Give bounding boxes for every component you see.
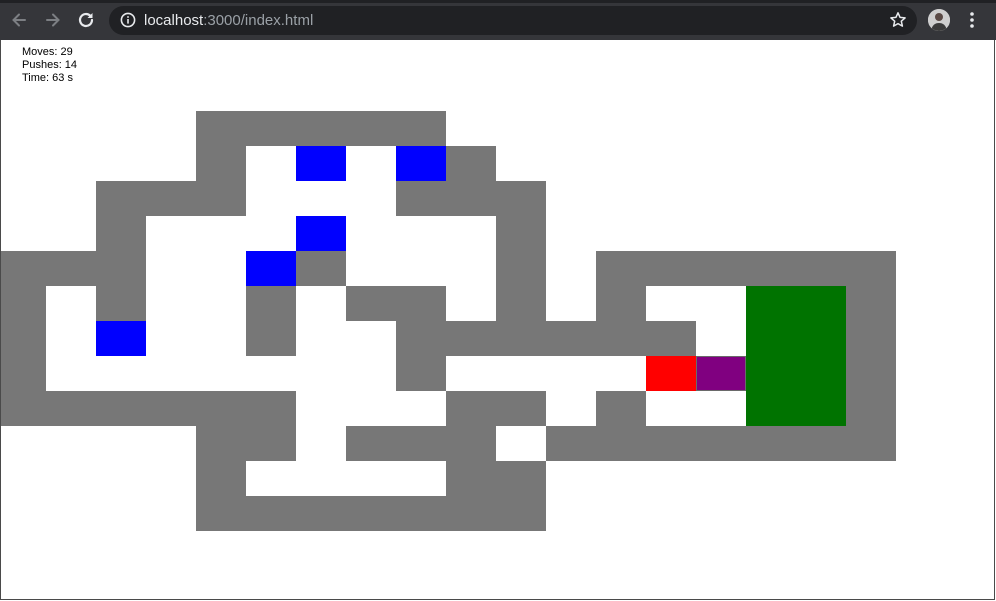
crate <box>296 216 346 251</box>
player <box>646 356 696 391</box>
wall-tile <box>846 321 896 356</box>
wall-tile <box>496 321 546 356</box>
goal-tile <box>746 321 796 356</box>
wall-tile <box>846 251 896 286</box>
wall-tile <box>396 181 446 216</box>
wall-tile <box>446 426 496 461</box>
wall-tile <box>246 391 296 426</box>
wall-tile <box>396 496 446 531</box>
wall-tile <box>0 356 46 391</box>
wall-tile <box>196 461 246 496</box>
wall-tile <box>196 111 246 146</box>
wall-tile <box>496 461 546 496</box>
wall-tile <box>96 286 146 321</box>
wall-tile <box>196 181 246 216</box>
wall-tile <box>596 426 646 461</box>
crate <box>246 251 296 286</box>
wall-tile <box>596 251 646 286</box>
crate <box>396 146 446 181</box>
wall-tile <box>246 111 296 146</box>
wall-tile <box>396 321 446 356</box>
wall-tile <box>196 496 246 531</box>
wall-tile <box>396 111 446 146</box>
goal-tile <box>796 356 846 391</box>
wall-tile <box>46 391 96 426</box>
wall-tile <box>396 356 446 391</box>
goal-tile <box>746 286 796 321</box>
goal-tile <box>796 286 846 321</box>
wall-tile <box>296 111 346 146</box>
wall-tile <box>0 321 46 356</box>
wall-tile <box>96 216 146 251</box>
wall-tile <box>396 286 446 321</box>
wall-tile <box>496 391 546 426</box>
wall-tile <box>0 286 46 321</box>
wall-tile <box>846 286 896 321</box>
wall-tile <box>446 496 496 531</box>
wall-tile <box>796 426 846 461</box>
goal-tile <box>796 391 846 426</box>
wall-tile <box>746 251 796 286</box>
wall-tile <box>646 426 696 461</box>
wall-tile <box>346 286 396 321</box>
sokoban-board <box>0 0 996 601</box>
goal-tile <box>746 356 796 391</box>
wall-tile <box>96 181 146 216</box>
goal-tile <box>746 391 796 426</box>
wall-tile <box>446 181 496 216</box>
wall-tile <box>246 496 296 531</box>
wall-tile <box>496 216 546 251</box>
goal-tile <box>796 321 846 356</box>
wall-tile <box>196 391 246 426</box>
wall-tile <box>246 286 296 321</box>
wall-tile <box>496 181 546 216</box>
wall-tile <box>596 391 646 426</box>
wall-tile <box>0 391 46 426</box>
wall-tile <box>696 251 746 286</box>
wall-tile <box>296 496 346 531</box>
wall-tile <box>0 251 46 286</box>
wall-tile <box>646 251 696 286</box>
wall-tile <box>196 146 246 181</box>
wall-tile <box>846 356 896 391</box>
crate <box>296 146 346 181</box>
crate <box>96 321 146 356</box>
wall-tile <box>646 321 696 356</box>
wall-tile <box>796 251 846 286</box>
wall-tile <box>596 286 646 321</box>
wall-tile <box>346 496 396 531</box>
wall-tile <box>546 426 596 461</box>
wall-tile <box>46 251 96 286</box>
wall-tile <box>396 426 446 461</box>
wall-tile <box>246 426 296 461</box>
wall-tile <box>346 426 396 461</box>
wall-tile <box>496 286 546 321</box>
wall-tile <box>596 321 646 356</box>
wall-tile <box>496 251 546 286</box>
wall-tile <box>546 321 596 356</box>
wall-tile <box>346 111 396 146</box>
wall-tile <box>746 426 796 461</box>
wall-tile <box>446 391 496 426</box>
wall-tile <box>146 181 196 216</box>
wall-tile <box>246 321 296 356</box>
wall-tile <box>96 251 146 286</box>
wall-tile <box>446 461 496 496</box>
wall-tile <box>196 426 246 461</box>
wall-tile <box>96 391 146 426</box>
wall-tile <box>446 321 496 356</box>
wall-tile <box>696 426 746 461</box>
wall-tile <box>446 146 496 181</box>
wall-tile <box>846 391 896 426</box>
wall-tile <box>146 391 196 426</box>
wall-tile <box>846 426 896 461</box>
wall-tile <box>296 251 346 286</box>
crate-on-goal <box>696 356 746 391</box>
wall-tile <box>496 496 546 531</box>
